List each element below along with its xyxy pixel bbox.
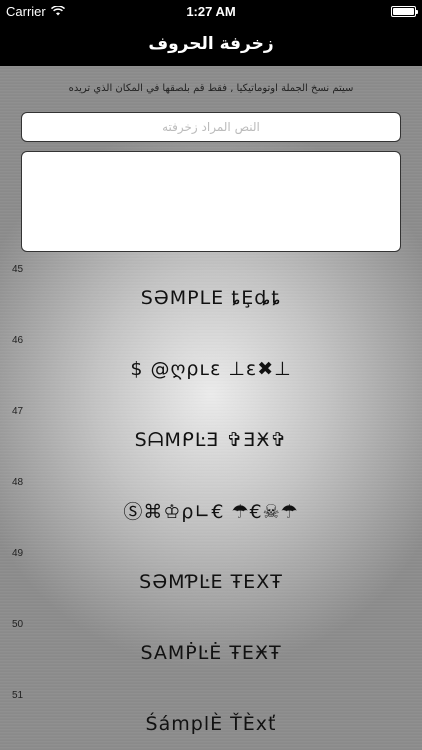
style-row[interactable]: 45 SƏMPLE ȶȨȡȶ xyxy=(0,262,422,333)
style-number: 46 xyxy=(12,335,24,346)
battery-icon xyxy=(391,5,418,17)
text-input[interactable] xyxy=(21,112,401,142)
output-text-area[interactable] xyxy=(21,151,401,252)
styled-text: Ⓢ⌘♔ρ∟€ ☂€☠☂ xyxy=(123,501,299,523)
style-row[interactable]: 51 ŚámplÈ ŤÈxť xyxy=(0,688,422,750)
navigation-bar: زخرفة الحروف xyxy=(0,22,422,66)
style-row[interactable]: 48 Ⓢ⌘♔ρ∟€ ☂€☠☂ xyxy=(0,475,422,546)
styled-text: ŚámplÈ ŤÈxť xyxy=(145,712,277,735)
styled-text: SᗩMᑭĿƎ ✞ƎӾ✞ xyxy=(134,428,288,451)
style-number: 45 xyxy=(12,264,24,275)
page-title: زخرفة الحروف xyxy=(148,34,274,54)
copy-hint-text: سيتم نسخ الجملة اوتوماتيكيا , فقط قم بلص… xyxy=(68,83,354,94)
style-number: 49 xyxy=(12,548,24,559)
wifi-icon xyxy=(50,6,65,16)
status-bar: Carrier 1:27 AM xyxy=(0,0,422,22)
status-left: Carrier xyxy=(6,4,65,19)
style-row[interactable]: 46 $ @ღρʟɛ ⊥ɛ✖⊥ xyxy=(0,333,422,404)
app-screen: Carrier 1:27 AM زخرفة الحروف سيتم نسخ ال… xyxy=(0,0,422,750)
styles-list[interactable]: 45 SƏMPLE ȶȨȡȶ 46 $ @ღρʟɛ ⊥ɛ✖⊥ 47 SᗩMᑭĿƎ ✞ƎӾ✞… xyxy=(0,262,422,750)
style-row[interactable]: 50 SAMṖĿĖ ŦEӾŦ xyxy=(0,617,422,688)
carrier-label: Carrier xyxy=(6,3,46,19)
styled-text: SƏMƤĿE ŦEXŦ xyxy=(139,570,283,593)
styled-text: SAMṖĿĖ ŦEӾŦ xyxy=(140,641,282,664)
style-row[interactable]: 49 SƏMƤĿE ŦEXŦ xyxy=(0,546,422,617)
style-number: 48 xyxy=(12,477,24,488)
main-content: سيتم نسخ الجملة اوتوماتيكيا , فقط قم بلص… xyxy=(0,66,422,750)
battery-level xyxy=(393,7,414,15)
styled-text: $ @ღρʟɛ ⊥ɛ✖⊥ xyxy=(130,357,292,380)
style-number: 51 xyxy=(12,690,24,701)
styled-text: SƏMPLE ȶȨȡȶ xyxy=(140,286,282,309)
style-number: 50 xyxy=(12,619,24,630)
style-number: 47 xyxy=(12,406,24,417)
style-row[interactable]: 47 SᗩMᑭĿƎ ✞ƎӾ✞ xyxy=(0,404,422,475)
